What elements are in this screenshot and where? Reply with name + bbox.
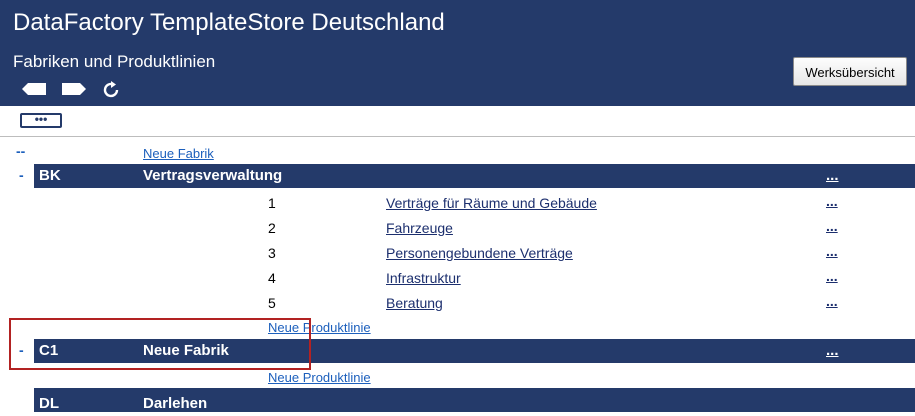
factory-code: DL bbox=[39, 395, 59, 412]
factory-overview-button[interactable]: Werksübersicht bbox=[793, 57, 907, 86]
product-line-link[interactable]: Beratung bbox=[386, 295, 443, 311]
line-more-link[interactable]: ... bbox=[826, 218, 838, 234]
back-arrow-icon[interactable] bbox=[22, 80, 48, 98]
page-subtitle: Fabriken und Produktlinien bbox=[13, 52, 216, 71]
product-line-link[interactable]: Verträge für Räume und Gebäude bbox=[386, 195, 597, 211]
line-number: 4 bbox=[268, 270, 276, 286]
line-number: 1 bbox=[268, 195, 276, 211]
product-line-link[interactable]: Personengebundene Verträge bbox=[386, 245, 573, 261]
app-title: DataFactory TemplateStore Deutschland bbox=[13, 9, 445, 36]
new-factory-link[interactable]: Neue Fabrik bbox=[143, 146, 214, 161]
line-more-link[interactable]: ... bbox=[826, 243, 838, 259]
app-header: DataFactory TemplateStore Deutschland Fa… bbox=[0, 0, 915, 106]
factory-code: BK bbox=[39, 167, 61, 184]
more-options-button[interactable]: ••• bbox=[20, 113, 62, 128]
factory-name: Vertragsverwaltung bbox=[143, 167, 283, 184]
line-more-link[interactable]: ... bbox=[826, 293, 838, 309]
factory-row-dl[interactable]: DL Darlehen bbox=[34, 388, 915, 412]
toolbar-divider bbox=[0, 136, 915, 137]
line-number: 5 bbox=[268, 295, 276, 311]
product-line-link[interactable]: Fahrzeuge bbox=[386, 220, 453, 236]
collapse-all-toggle[interactable]: -- bbox=[16, 143, 25, 159]
forward-arrow-icon[interactable] bbox=[60, 80, 86, 98]
refresh-icon[interactable] bbox=[101, 80, 121, 100]
line-number: 2 bbox=[268, 220, 276, 236]
factory-name: Darlehen bbox=[143, 395, 208, 412]
factory-more-link[interactable]: ... bbox=[826, 164, 839, 188]
new-product-line-link[interactable]: Neue Produktlinie bbox=[268, 370, 371, 385]
product-line-link[interactable]: Infrastruktur bbox=[386, 270, 461, 286]
selection-highlight bbox=[9, 318, 311, 370]
factory-row-bk[interactable]: BK Vertragsverwaltung ... bbox=[34, 164, 915, 188]
factory-more-link[interactable]: ... bbox=[826, 339, 839, 363]
line-number: 3 bbox=[268, 245, 276, 261]
collapse-toggle-bk[interactable]: - bbox=[19, 167, 24, 183]
line-more-link[interactable]: ... bbox=[826, 268, 838, 284]
line-more-link[interactable]: ... bbox=[826, 193, 838, 209]
